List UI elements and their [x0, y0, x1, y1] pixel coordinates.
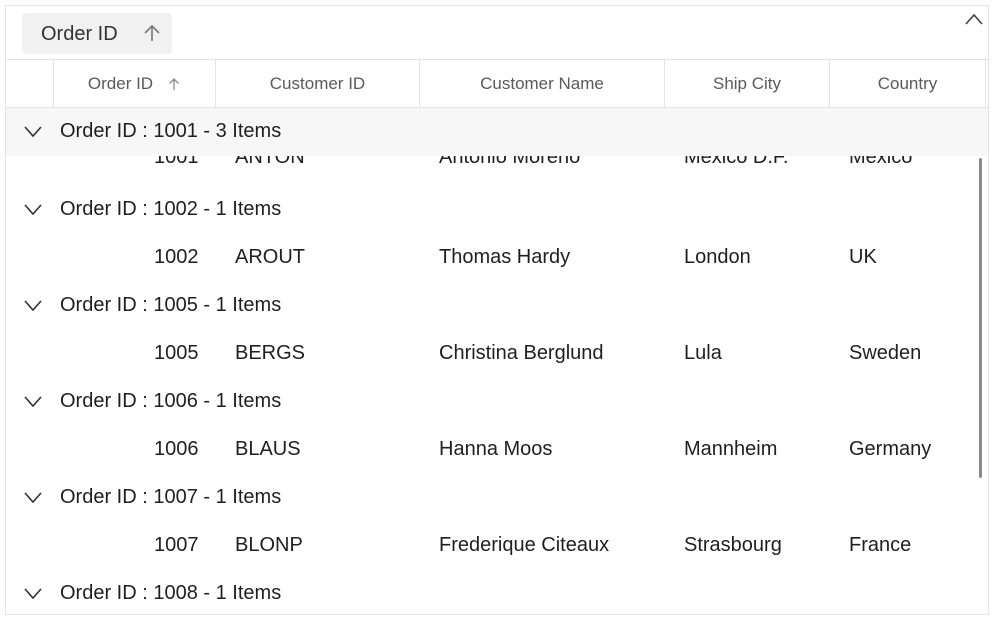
- group-chip-order-id[interactable]: Order ID: [22, 13, 172, 54]
- cell-order-id: 1007: [154, 534, 199, 556]
- header-label: Order ID: [87, 73, 154, 93]
- cell-country: Sweden: [849, 342, 922, 364]
- cell-customer-name: Hanna Moos: [439, 438, 553, 460]
- group-caption: Order ID : 1005 - 1 Items: [60, 294, 282, 316]
- sticky-group-header[interactable]: Order ID : 1001 - 3 Items: [6, 108, 988, 156]
- cell-ship-city: Lula: [684, 342, 722, 364]
- header-label: Customer ID: [269, 73, 366, 93]
- grid-body: Order ID : 1001 - 3 Items 1001 ANTON Ant…: [6, 108, 988, 614]
- group-row[interactable]: Order ID : 1002 - 1 Items: [6, 186, 976, 234]
- group-drop-area: Order ID: [6, 6, 988, 60]
- header-ship-city[interactable]: Ship City: [665, 60, 830, 107]
- sort-ascending-icon: [169, 77, 180, 90]
- vertical-scrollbar[interactable]: [979, 158, 982, 478]
- cell-customer-id: BERGS: [235, 342, 306, 364]
- cell-order-id: 1006: [154, 438, 199, 460]
- header-customer-name[interactable]: Customer Name: [420, 60, 665, 107]
- cell-country: France: [849, 534, 912, 556]
- header-indent-cell: [6, 60, 54, 107]
- cell-ship-city: Mannheim: [684, 438, 778, 460]
- group-row[interactable]: Order ID : 1008 - 1 Items: [6, 570, 976, 614]
- header-country[interactable]: Country: [830, 60, 986, 107]
- group-chip-label: Order ID: [41, 23, 118, 45]
- group-row[interactable]: Order ID : 1006 - 1 Items: [6, 378, 976, 426]
- group-caption: Order ID : 1002 - 1 Items: [60, 198, 282, 220]
- cell-customer-id: BLAUS: [235, 438, 301, 460]
- table-row[interactable]: 1006 BLAUS Hanna Moos Mannheim Germany: [6, 426, 976, 474]
- group-caption: Order ID : 1008 - 1 Items: [60, 582, 282, 604]
- chevron-down-icon[interactable]: [23, 299, 43, 313]
- header-customer-id[interactable]: Customer ID: [216, 60, 420, 107]
- cell-order-id: 1002: [154, 246, 199, 268]
- cell-ship-city: Strasbourg: [684, 534, 782, 556]
- cell-customer-id: BLONP: [235, 534, 303, 556]
- cell-customer-id: AROUT: [235, 246, 305, 268]
- group-row[interactable]: Order ID : 1005 - 1 Items: [6, 282, 976, 330]
- chevron-down-icon[interactable]: [23, 125, 43, 139]
- group-caption: Order ID : 1007 - 1 Items: [60, 486, 282, 508]
- header-row: Order ID Customer ID Customer Name Ship …: [6, 60, 988, 108]
- cell-country: UK: [849, 246, 877, 268]
- cell-customer-name: Christina Berglund: [439, 342, 604, 364]
- chevron-down-icon[interactable]: [23, 587, 43, 601]
- cell-customer-name: Thomas Hardy: [439, 246, 571, 268]
- cell-order-id: 1005: [154, 342, 199, 364]
- chevron-down-icon[interactable]: [23, 395, 43, 409]
- arrow-up-icon[interactable]: [142, 23, 162, 43]
- chevron-down-icon[interactable]: [23, 491, 43, 505]
- cell-country: Germany: [849, 438, 932, 460]
- cell-ship-city: London: [684, 246, 751, 268]
- table-row[interactable]: 1002 AROUT Thomas Hardy London UK: [6, 234, 976, 282]
- group-caption: Order ID : 1001 - 3 Items: [60, 120, 282, 142]
- table-row[interactable]: 1007 BLONP Frederique Citeaux Strasbourg…: [6, 522, 976, 570]
- header-label: Ship City: [712, 73, 782, 93]
- header-order-id[interactable]: Order ID: [54, 60, 216, 107]
- data-grid: Order ID Order ID Customer ID Customer N…: [5, 5, 989, 615]
- cell-customer-name: Frederique Citeaux: [439, 534, 610, 556]
- group-row[interactable]: Order ID : 1007 - 1 Items: [6, 474, 976, 522]
- group-caption: Order ID : 1006 - 1 Items: [60, 390, 282, 412]
- chevron-up-icon[interactable]: [964, 12, 984, 26]
- header-label: Country: [877, 73, 938, 93]
- chevron-down-icon[interactable]: [23, 203, 43, 217]
- table-row[interactable]: 1005 BERGS Christina Berglund Lula Swede…: [6, 330, 976, 378]
- header-label: Customer Name: [480, 73, 604, 93]
